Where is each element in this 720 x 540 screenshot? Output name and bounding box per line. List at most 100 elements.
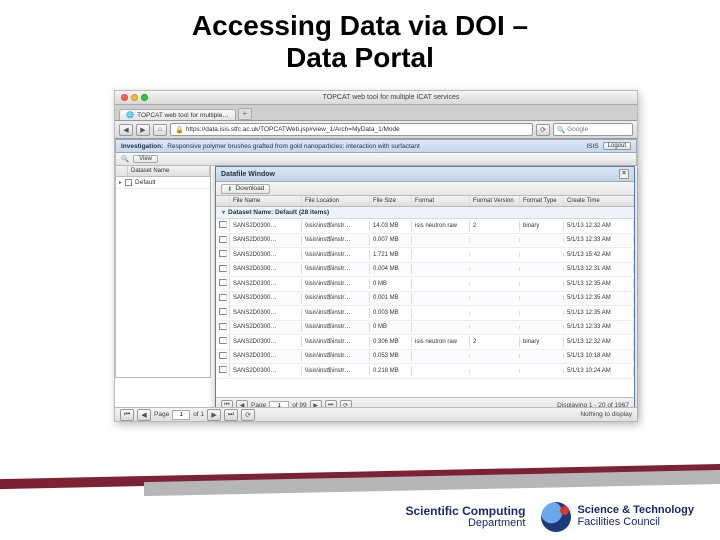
globe-icon: 🌐 xyxy=(126,111,134,119)
reload-button[interactable]: ⟳ xyxy=(536,124,550,136)
tab-label: TOPCAT web tool for multiple… xyxy=(137,112,229,119)
datafile-row[interactable]: SANS2D0300…\\isis\inst$\instr…0.004 MB5/… xyxy=(216,263,634,278)
url-text: https://data.isis.stfc.ac.uk/TOPCATWeb.j… xyxy=(186,126,400,133)
row-checkbox[interactable] xyxy=(219,236,227,243)
facility-name: ISIS xyxy=(586,143,598,150)
group-label: Dataset Name: Default (28 items) xyxy=(228,209,329,216)
forward-button[interactable]: ▶ xyxy=(136,124,150,136)
datafile-row[interactable]: SANS2D0300…\\isis\inst$\instr…0.007 MB5/… xyxy=(216,234,634,249)
datafile-row[interactable]: SANS2D0300…\\isis\inst$\instr…0 MB5/1/13… xyxy=(216,321,634,336)
new-tab-button[interactable]: + xyxy=(238,108,252,120)
stfc-logo-block: Science & Technology Facilities Council xyxy=(541,502,694,532)
datafile-row[interactable]: SANS2D0300…\\isis\inst$\instr…0.218 MB5/… xyxy=(216,364,634,379)
lock-icon: 🔒 xyxy=(175,126,184,134)
datafile-row[interactable]: SANS2D0300…\\isis\inst$\instr…0.003 MB5/… xyxy=(216,306,634,321)
outer-pager-prev[interactable]: ◀ xyxy=(137,409,151,421)
collapse-icon[interactable]: ▾ xyxy=(222,209,225,216)
col-dataset-name[interactable]: Dataset Name xyxy=(128,166,210,176)
search-placeholder: Google xyxy=(567,126,588,133)
row-checkbox[interactable] xyxy=(219,366,227,373)
download-icon: ⬇ xyxy=(227,185,232,193)
expand-icon[interactable]: ▸ xyxy=(119,179,122,186)
row-checkbox[interactable] xyxy=(219,294,227,301)
outer-pager-refresh[interactable]: ⟳ xyxy=(241,409,255,421)
datafile-window-title: Datafile Window xyxy=(221,171,275,178)
row-checkbox[interactable] xyxy=(219,265,227,272)
home-button[interactable]: ⌂ xyxy=(153,124,167,136)
col-format-version[interactable]: Format Version xyxy=(470,196,520,206)
outer-pager-first[interactable]: ⏮ xyxy=(120,409,134,421)
dataset-columns: Dataset Name xyxy=(116,166,210,177)
datafile-window: Datafile Window × ⬇ Download File Name F… xyxy=(215,166,635,414)
sci-comp-line2: Department xyxy=(405,518,525,530)
col-file-size[interactable]: File Size xyxy=(370,196,412,206)
stfc-text: Science & Technology Facilities Council xyxy=(577,505,694,528)
browser-window: TOPCAT web tool for multiple ICAT servic… xyxy=(114,90,638,422)
page-content: Investigation: Responsive polymer brushe… xyxy=(115,139,637,421)
dataset-row[interactable]: ▸ Default xyxy=(116,177,210,189)
scientific-computing-logo: Scientific Computing Department xyxy=(405,505,525,529)
datafile-row[interactable]: SANS2D0300…\\isis\inst$\instr…0 MB5/1/13… xyxy=(216,277,634,292)
outer-pager-page-input[interactable] xyxy=(172,410,190,420)
row-checkbox[interactable] xyxy=(219,279,227,286)
main-area: Datafile Window × ⬇ Download File Name F… xyxy=(211,166,637,378)
view-menu-icon: 🔍 xyxy=(121,155,129,163)
dataset-panel: Dataset Name ▸ Default xyxy=(115,166,211,378)
title-line2: Data Portal xyxy=(286,42,434,73)
browser-search-box[interactable]: 🔍 Google xyxy=(553,123,633,136)
row-checkbox[interactable] xyxy=(219,323,227,330)
col-file-name[interactable]: File Name xyxy=(230,196,302,206)
back-button[interactable]: ◀ xyxy=(119,124,133,136)
investigation-label: Investigation: xyxy=(121,143,163,150)
row-checkbox[interactable] xyxy=(219,221,227,228)
datafile-row[interactable]: SANS2D0300…\\isis\inst$\instr…14.03 MBis… xyxy=(216,219,634,234)
outer-pager-next[interactable]: ▶ xyxy=(207,409,221,421)
zoom-window-icon[interactable] xyxy=(141,94,148,101)
logout-button[interactable]: Logout xyxy=(603,142,631,150)
datafile-row[interactable]: SANS2D0300…\\isis\inst$\instr…0.001 MB5/… xyxy=(216,292,634,307)
col-file-location[interactable]: File Location xyxy=(302,196,370,206)
datafile-columns: File Name File Location File Size Format… xyxy=(216,196,634,207)
datafile-row[interactable]: SANS2D0300…\\isis\inst$\instr…0.053 MB5/… xyxy=(216,350,634,365)
stfc-line2: Facilities Council xyxy=(577,517,694,529)
footer-logos: Scientific Computing Department Science … xyxy=(405,502,694,532)
outer-pager-display: Nothing to display xyxy=(580,411,632,418)
dataset-checkbox[interactable] xyxy=(125,179,132,186)
col-create-time[interactable]: Create Time xyxy=(564,196,634,206)
group-row[interactable]: ▾ Dataset Name: Default (28 items) xyxy=(216,207,634,219)
row-checkbox[interactable] xyxy=(219,352,227,359)
row-checkbox[interactable] xyxy=(219,337,227,344)
outer-pager-page-label: Page xyxy=(154,411,169,418)
datafile-row[interactable]: SANS2D0300…\\isis\inst$\instr…0.306 MBis… xyxy=(216,335,634,350)
datafile-row[interactable]: SANS2D0300…\\isis\inst$\instr…1.721 MB5/… xyxy=(216,248,634,263)
search-engine-icon: 🔍 xyxy=(557,126,565,134)
col-format-type[interactable]: Format Type xyxy=(520,196,564,206)
browser-toolbar: ◀ ▶ ⌂ 🔒 https://data.isis.stfc.ac.uk/TOP… xyxy=(115,121,637,139)
url-field[interactable]: 🔒 https://data.isis.stfc.ac.uk/TOPCATWeb… xyxy=(170,123,533,136)
window-title: TOPCAT web tool for multiple ICAT servic… xyxy=(151,94,631,101)
row-checkbox[interactable] xyxy=(219,308,227,315)
outer-pager-last[interactable]: ⏭ xyxy=(224,409,238,421)
sci-comp-line1: Scientific Computing xyxy=(405,505,525,518)
slide-title: Accessing Data via DOI – Data Portal xyxy=(0,0,720,78)
outer-pager: ⏮ ◀ Page of 1 ▶ ⏭ ⟳ Nothing to display xyxy=(115,407,637,421)
view-button[interactable]: View xyxy=(133,155,158,163)
investigation-header: Investigation: Responsive polymer brushe… xyxy=(115,139,637,153)
col-format[interactable]: Format xyxy=(412,196,470,206)
row-checkbox[interactable] xyxy=(219,250,227,257)
close-window-icon[interactable] xyxy=(121,94,128,101)
download-label: Download xyxy=(235,185,264,192)
download-button[interactable]: ⬇ Download xyxy=(221,184,270,194)
investigation-title: Responsive polymer brushes grafted from … xyxy=(167,143,420,150)
browser-tab-strip: 🌐 TOPCAT web tool for multiple… + xyxy=(115,105,637,121)
close-icon[interactable]: × xyxy=(619,169,629,179)
footer-stripes xyxy=(0,458,720,484)
title-line1: Accessing Data via DOI – xyxy=(192,10,528,41)
outer-pager-of-label: of 1 xyxy=(193,411,204,418)
dataset-name: Default xyxy=(135,179,156,186)
datafile-window-header[interactable]: Datafile Window × xyxy=(216,167,634,182)
minimize-window-icon[interactable] xyxy=(131,94,138,101)
browser-tab[interactable]: 🌐 TOPCAT web tool for multiple… xyxy=(119,109,236,120)
datafile-grid: SANS2D0300…\\isis\inst$\instr…14.03 MBis… xyxy=(216,219,634,393)
stfc-logo-icon xyxy=(541,502,571,532)
